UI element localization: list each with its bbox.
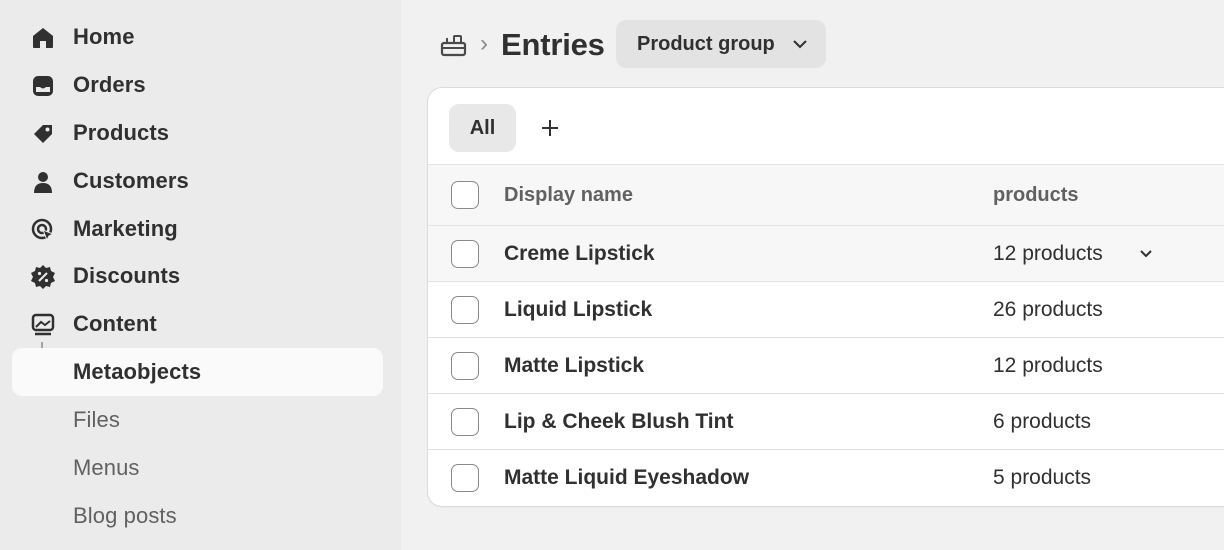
sidebar-item-marketing[interactable]: Marketing: [12, 205, 383, 253]
tab-all[interactable]: All: [449, 104, 516, 152]
row-display-name: Matte Lipstick: [504, 354, 645, 377]
row-product-count: 6 products: [993, 410, 1092, 433]
sidebar-item-label: Customers: [73, 168, 189, 193]
select-all-checkbox[interactable]: [451, 181, 479, 209]
product-group-label: Product group: [637, 32, 775, 55]
sidebar-item-label: Home: [73, 24, 135, 49]
sidebar-item-label: Files: [73, 407, 120, 432]
page-title: Entries: [501, 27, 605, 62]
sidebar-item-menus[interactable]: Menus: [12, 444, 383, 492]
home-icon: [30, 25, 56, 51]
discount-icon: [30, 264, 56, 290]
row-checkbox[interactable]: [451, 352, 479, 380]
sidebar-item-label: Menus: [73, 455, 140, 480]
row-product-count: 26 products: [993, 298, 1103, 321]
table-header: Display name products: [428, 164, 1224, 226]
row-display-name: Lip & Cheek Blush Tint: [504, 410, 734, 433]
sidebar-item-orders[interactable]: Orders: [12, 61, 383, 109]
row-display-name: Liquid Lipstick: [504, 298, 653, 321]
tag-icon: [30, 121, 56, 147]
sidebar-item-content[interactable]: Content: [12, 300, 383, 348]
sidebar-item-label: Blog posts: [73, 503, 177, 528]
sidebar-item-discounts[interactable]: Discounts: [12, 252, 383, 300]
person-icon: [30, 169, 56, 195]
row-checkbox[interactable]: [451, 240, 479, 268]
metaobject-icon[interactable]: [440, 32, 468, 58]
sidebar-item-label: Discounts: [73, 263, 181, 288]
sidebar: Home Orders Products Customers Marketing…: [0, 0, 401, 550]
row-checkbox[interactable]: [451, 464, 479, 492]
plus-icon: [542, 120, 558, 136]
breadcrumb-separator: ›: [480, 30, 488, 57]
column-header-products: products: [993, 184, 1079, 206]
row-product-count: 12 products: [993, 242, 1103, 265]
sidebar-item-products[interactable]: Products: [12, 109, 383, 157]
target-icon: [30, 217, 56, 243]
inbox-icon: [30, 73, 56, 99]
entries-card: All Display name products Creme Lipstick…: [428, 88, 1224, 506]
sidebar-item-customers[interactable]: Customers: [12, 157, 383, 205]
sidebar-item-home[interactable]: Home: [12, 13, 383, 61]
table-row[interactable]: Liquid Lipstick 26 products: [428, 282, 1224, 338]
sidebar-item-label: Orders: [73, 72, 146, 97]
sidebar-item-metaobjects[interactable]: Metaobjects: [12, 348, 383, 396]
table-row[interactable]: Matte Lipstick 12 products: [428, 338, 1224, 394]
add-view-button[interactable]: [534, 112, 566, 144]
sidebar-item-blog-posts[interactable]: Blog posts: [12, 492, 383, 540]
chevron-down-icon: [793, 40, 807, 49]
chevron-down-icon[interactable]: [1138, 246, 1154, 262]
column-header-display-name: Display name: [504, 184, 633, 206]
row-product-count: 5 products: [993, 466, 1092, 489]
row-product-count: 12 products: [993, 354, 1103, 377]
row-display-name: Matte Liquid Eyeshadow: [504, 466, 750, 489]
table-row[interactable]: Matte Liquid Eyeshadow 5 products: [428, 450, 1224, 506]
table-row[interactable]: Lip & Cheek Blush Tint 6 products: [428, 394, 1224, 450]
product-group-button[interactable]: Product group: [616, 20, 826, 68]
table-row[interactable]: Creme Lipstick 12 products: [428, 226, 1224, 282]
sidebar-item-label: Marketing: [73, 216, 178, 241]
row-checkbox[interactable]: [451, 296, 479, 324]
sidebar-item-label: Products: [73, 120, 170, 145]
row-display-name: Creme Lipstick: [504, 242, 655, 265]
sidebar-item-files[interactable]: Files: [12, 396, 383, 444]
sidebar-item-label: Metaobjects: [73, 359, 202, 384]
image-icon: [30, 312, 56, 338]
row-checkbox[interactable]: [451, 408, 479, 436]
sidebar-item-label: Content: [73, 311, 157, 336]
